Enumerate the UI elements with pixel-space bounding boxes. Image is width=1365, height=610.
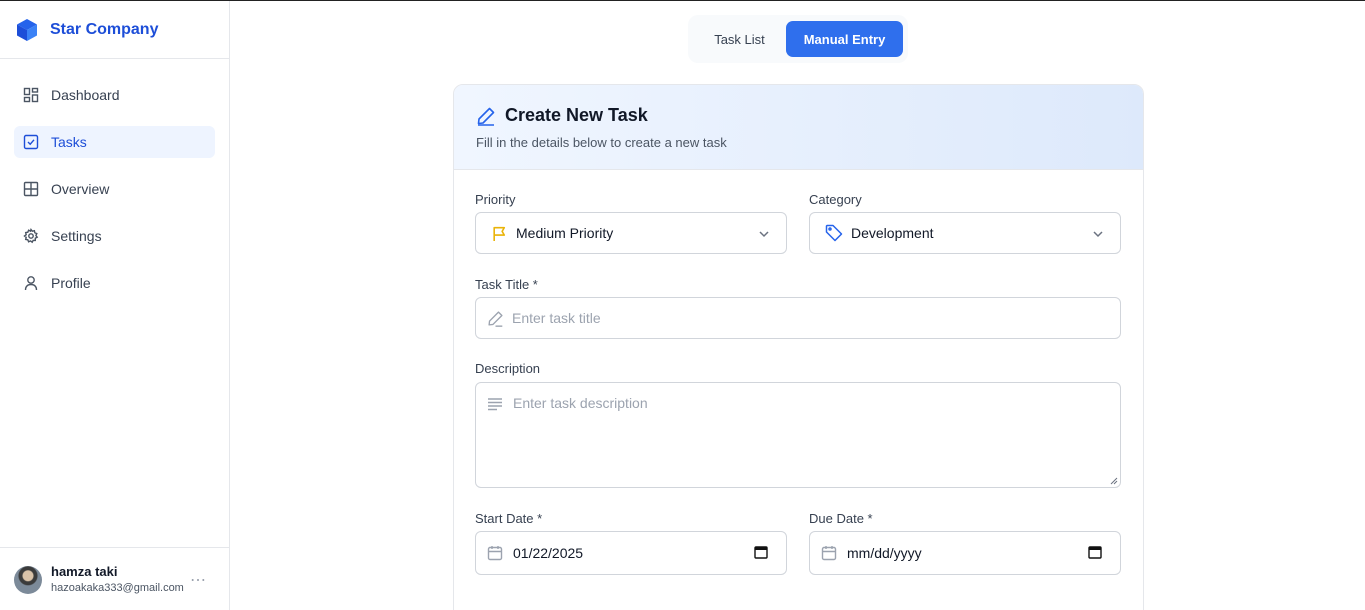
sidebar-nav: Dashboard Tasks Overview Settings Profil… [0, 59, 229, 334]
brand[interactable]: Star Company [0, 1, 229, 59]
chevron-down-icon [1093, 231, 1103, 238]
start-date-value: 01/22/2025 [513, 545, 584, 561]
category-label: Category [809, 192, 862, 207]
user-icon [24, 276, 38, 291]
priority-value: Medium Priority [516, 225, 614, 241]
grid-icon [23, 181, 39, 197]
pencil-icon [488, 310, 503, 327]
category-value: Development [851, 225, 934, 241]
sidebar-item-profile[interactable]: Profile [14, 267, 215, 299]
user-profile-card[interactable]: hamza taki hazoakaka333@gmail.com ⋯ [0, 547, 229, 610]
calendar-picker-icon[interactable] [1088, 545, 1102, 559]
user-name: hamza taki [51, 563, 118, 579]
due-date-field[interactable]: mm/dd/yyyy [809, 531, 1121, 575]
page-subtitle: Fill in the details below to create a ne… [476, 135, 727, 150]
sidebar: Star Company Dashboard Tasks Overview Se… [0, 1, 230, 610]
task-title-placeholder: Enter task title [512, 310, 601, 326]
card-header: Create New Task Fill in the details belo… [454, 85, 1143, 170]
description-placeholder: Enter task description [513, 395, 648, 411]
sidebar-item-label: Overview [51, 181, 110, 197]
tab-manual-entry[interactable]: Manual Entry [786, 21, 903, 57]
pencil-icon [477, 107, 495, 126]
start-date-field[interactable]: 01/22/2025 [475, 531, 787, 575]
priority-select[interactable]: Medium Priority [475, 212, 787, 254]
dashboard-icon [23, 87, 39, 103]
calendar-icon [487, 546, 503, 561]
due-date-placeholder: mm/dd/yyyy [847, 545, 922, 561]
text-lines-icon [488, 398, 502, 411]
chevron-down-icon [759, 231, 769, 238]
gear-icon [23, 228, 39, 244]
task-title-field[interactable]: Enter task title [475, 297, 1121, 339]
calendar-picker-icon[interactable] [754, 545, 768, 559]
flag-icon [493, 226, 506, 241]
description-label: Description [475, 361, 541, 376]
view-tabs: Task List Manual Entry [688, 15, 908, 63]
brand-name: Star Company [50, 20, 159, 38]
sidebar-item-label: Dashboard [51, 87, 120, 103]
tab-task-list[interactable]: Task List [693, 21, 786, 57]
start-date-label: Start Date * [475, 511, 543, 526]
category-select[interactable]: Development [809, 212, 1121, 254]
tasks-icon [23, 134, 39, 150]
description-field[interactable]: Enter task description [475, 382, 1121, 488]
priority-label: Priority [475, 192, 516, 207]
user-email: hazoakaka333@gmail.com [51, 581, 184, 594]
task-title-label: Task Title * [475, 277, 538, 292]
more-options-icon[interactable]: ⋯ [190, 570, 207, 590]
sidebar-item-dashboard[interactable]: Dashboard [14, 79, 215, 111]
page-title: Create New Task [505, 105, 648, 125]
calendar-icon [821, 546, 837, 561]
create-task-card: Create New Task Fill in the details belo… [453, 84, 1144, 610]
due-date-label: Due Date * [809, 511, 873, 526]
sidebar-item-label: Profile [51, 275, 91, 291]
avatar [14, 565, 42, 594]
sidebar-item-tasks[interactable]: Tasks [14, 126, 215, 158]
sidebar-item-overview[interactable]: Overview [14, 173, 215, 205]
sidebar-item-settings[interactable]: Settings [14, 220, 215, 252]
resize-handle-icon[interactable] [1110, 477, 1118, 485]
sidebar-item-label: Tasks [51, 134, 87, 150]
tag-icon [825, 224, 843, 242]
sidebar-item-label: Settings [51, 228, 102, 244]
cube-logo-icon [17, 18, 37, 41]
